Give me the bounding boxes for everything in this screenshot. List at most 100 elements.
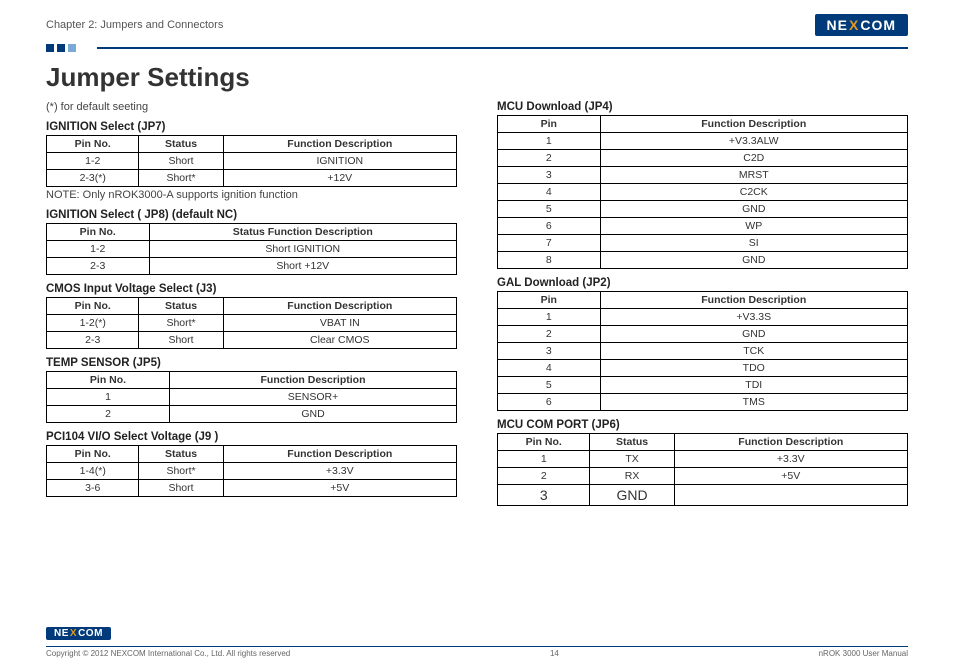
td: 8	[498, 252, 601, 269]
default-note: (*) for default seeting	[46, 101, 457, 113]
td	[674, 485, 907, 506]
td: Short	[139, 153, 223, 170]
td: 1-2	[47, 241, 150, 258]
section-title: TEMP SENSOR (JP5)	[46, 357, 457, 369]
td: 2-3	[47, 332, 139, 349]
td: +12V	[223, 170, 456, 187]
table-jp6: Pin No. Status Function Description 1 TX…	[497, 433, 908, 506]
table-row: 1 TX +3.3V	[498, 451, 908, 468]
table-row: 4C2CK	[498, 184, 908, 201]
footer-row: Copyright © 2012 NEXCOM International Co…	[46, 647, 908, 658]
td: 3-6	[47, 480, 139, 497]
logo-x: X	[849, 17, 859, 33]
td: 5	[498, 377, 601, 394]
td: 7	[498, 235, 601, 252]
table-row: 1-2(*) Short* VBAT IN	[47, 315, 457, 332]
table-row: 2GND	[498, 326, 908, 343]
table-header-row: Pin No. Status Function Description	[47, 446, 457, 463]
th: Function Description	[600, 292, 908, 309]
td: WP	[600, 218, 908, 235]
table-row: 8GND	[498, 252, 908, 269]
td: 1	[498, 133, 601, 150]
th: Function Description	[674, 434, 907, 451]
table-row: 7SI	[498, 235, 908, 252]
th: Pin No.	[47, 224, 150, 241]
section-title: CMOS Input Voltage Select (J3)	[46, 283, 457, 295]
table-jp4: Pin Function Description 1+V3.3ALW 2C2D …	[497, 115, 908, 269]
th: Function Description	[170, 372, 457, 389]
table-header-row: Pin No. Function Description	[47, 372, 457, 389]
td: 4	[498, 184, 601, 201]
th: Function Description	[223, 446, 456, 463]
td: Short	[139, 480, 223, 497]
td: SENSOR+	[170, 389, 457, 406]
td: TX	[590, 451, 674, 468]
td: +3.3V	[674, 451, 907, 468]
td: VBAT IN	[223, 315, 456, 332]
section-title: MCU COM PORT (JP6)	[497, 419, 908, 431]
th: Status	[139, 298, 223, 315]
th: Pin No.	[47, 372, 170, 389]
td: +3.3V	[223, 463, 456, 480]
table-row: 1-4(*) Short* +3.3V	[47, 463, 457, 480]
td: Short	[139, 332, 223, 349]
logo-pre: NE	[54, 628, 69, 639]
th: Status	[139, 136, 223, 153]
table-row: 6TMS	[498, 394, 908, 411]
td: +V3.3ALW	[600, 133, 908, 150]
table-row: 1+V3.3ALW	[498, 133, 908, 150]
td: C2D	[600, 150, 908, 167]
section-title: IGNITION Select (JP7)	[46, 121, 457, 133]
td: 6	[498, 218, 601, 235]
table-row: 1-2 Short IGNITION	[47, 153, 457, 170]
section-title: MCU Download (JP4)	[497, 101, 908, 113]
table-row: 3TCK	[498, 343, 908, 360]
td: GND	[600, 252, 908, 269]
table-row: 4TDO	[498, 360, 908, 377]
td: 2	[498, 326, 601, 343]
td: GND	[590, 485, 674, 506]
td: 2	[498, 150, 601, 167]
horizontal-rule	[97, 47, 908, 49]
header-rule	[46, 44, 908, 52]
td: TDI	[600, 377, 908, 394]
th: Pin No.	[47, 298, 139, 315]
table-header-row: Pin No. Status Function Description	[47, 224, 457, 241]
td: 1-4(*)	[47, 463, 139, 480]
table-header-row: Pin Function Description	[498, 116, 908, 133]
table-row: 5TDI	[498, 377, 908, 394]
td: TCK	[600, 343, 908, 360]
td: Short*	[139, 170, 223, 187]
logo-post: COM	[78, 628, 103, 639]
td: 1	[47, 389, 170, 406]
td: Short*	[139, 463, 223, 480]
logo-x: X	[70, 628, 77, 639]
td: TDO	[600, 360, 908, 377]
td: 2	[498, 468, 590, 485]
td: 1-2(*)	[47, 315, 139, 332]
section-title: GAL Download (JP2)	[497, 277, 908, 289]
table-jp2: Pin Function Description 1+V3.3S 2GND 3T…	[497, 291, 908, 411]
td: 3	[498, 485, 590, 506]
table-row: 3 GND	[498, 485, 908, 506]
table-row: 3-6 Short +5V	[47, 480, 457, 497]
th: Status	[139, 446, 223, 463]
table-row: 2-3(*) Short* +12V	[47, 170, 457, 187]
right-column: MCU Download (JP4) Pin Function Descript…	[497, 101, 908, 508]
square-decor	[68, 44, 76, 52]
table-row: 3MRST	[498, 167, 908, 184]
th: Status Function Description	[149, 224, 457, 241]
td: Clear CMOS	[223, 332, 456, 349]
table-j3: Pin No. Status Function Description 1-2(…	[46, 297, 457, 349]
content-columns: (*) for default seeting IGNITION Select …	[46, 101, 908, 508]
td: 2	[47, 406, 170, 423]
ignition-note: NOTE: Only nROK3000-A supports ignition …	[46, 189, 457, 201]
td: +V3.3S	[600, 309, 908, 326]
td: C2CK	[600, 184, 908, 201]
td: GND	[600, 201, 908, 218]
table-row: 5GND	[498, 201, 908, 218]
td: 2-3	[47, 258, 150, 275]
th: Pin	[498, 116, 601, 133]
td: 1	[498, 309, 601, 326]
table-row: 1-2 Short IGNITION	[47, 241, 457, 258]
